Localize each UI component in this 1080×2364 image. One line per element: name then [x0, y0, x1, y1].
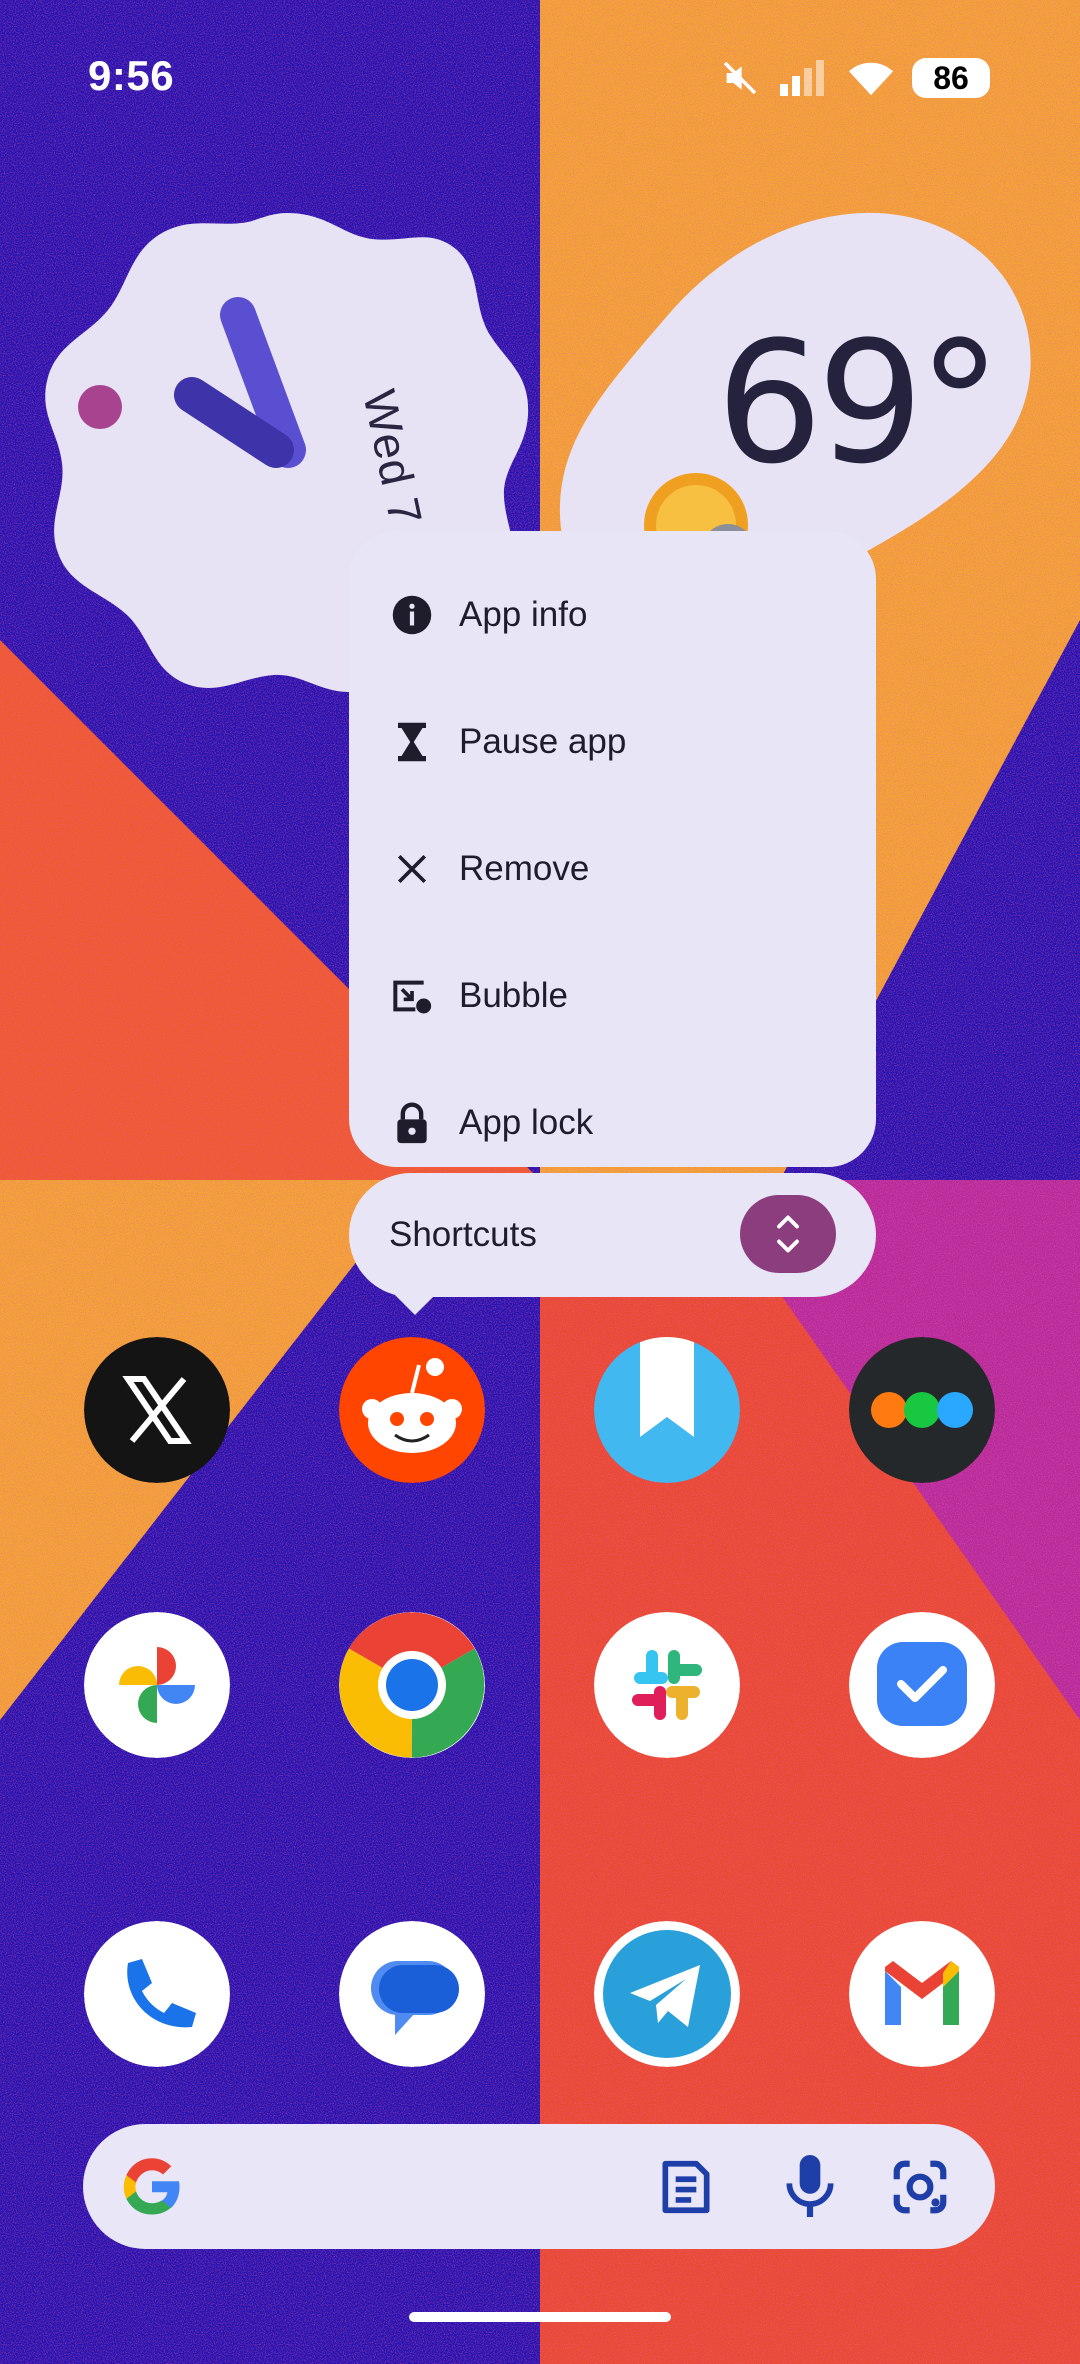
hourglass-icon: [389, 719, 435, 765]
menu-item-app-lock[interactable]: App lock: [349, 1059, 876, 1186]
shortcuts-expand-button[interactable]: [740, 1195, 836, 1273]
menu-item-label: App lock: [459, 1102, 594, 1142]
signal-icon: [780, 60, 824, 96]
info-icon: [389, 592, 435, 638]
x-app-icon[interactable]: [84, 1337, 230, 1483]
telegram-app-icon[interactable]: [594, 1921, 740, 2067]
shortcuts-row[interactable]: Shortcuts: [349, 1173, 876, 1297]
lens-icon[interactable]: [889, 2156, 951, 2218]
expand-icon: [777, 1215, 799, 1253]
chrome-app-icon[interactable]: [339, 1612, 485, 1758]
weather-temperature: 69°: [716, 305, 1002, 501]
bubble-icon: [389, 973, 435, 1019]
menu-item-label: Pause app: [459, 721, 627, 761]
phone-app-icon[interactable]: [84, 1921, 230, 2067]
menu-item-pause-app[interactable]: Pause app: [349, 678, 876, 805]
menu-item-label: Remove: [459, 848, 590, 888]
google-search-bar[interactable]: [83, 2124, 995, 2249]
photos-app-icon[interactable]: [84, 1612, 230, 1758]
bookmark-app-icon[interactable]: [594, 1337, 740, 1483]
home-indicator[interactable]: [409, 2312, 671, 2322]
lock-icon: [389, 1100, 435, 1146]
news-icon[interactable]: [655, 2156, 717, 2218]
status-icons: 86: [720, 56, 990, 100]
menu-pointer: [393, 1293, 437, 1315]
reddit-app-icon[interactable]: [339, 1337, 485, 1483]
menu-item-remove[interactable]: Remove: [349, 805, 876, 932]
app-context-menu: App info Pause app Remove Bubble App loc…: [349, 531, 876, 1167]
slack-app-icon[interactable]: [594, 1612, 740, 1758]
menu-item-label: Bubble: [459, 975, 568, 1015]
shortcuts-label: Shortcuts: [389, 1215, 537, 1254]
menu-item-label: App info: [459, 594, 588, 634]
battery-level: 86: [933, 59, 969, 96]
messages-app-icon[interactable]: [339, 1921, 485, 2067]
google-icon[interactable]: [119, 2154, 185, 2220]
battery-icon: 86: [912, 58, 990, 98]
mic-icon[interactable]: [779, 2152, 841, 2220]
tasks-app-icon[interactable]: [849, 1612, 995, 1758]
menu-item-app-info[interactable]: App info: [349, 551, 876, 678]
gmail-app-icon[interactable]: [849, 1921, 995, 2067]
wifi-icon: [848, 62, 894, 96]
dots-app-icon[interactable]: [849, 1337, 995, 1483]
mute-icon: [723, 61, 757, 95]
status-time: 9:56: [88, 52, 175, 99]
menu-item-bubble[interactable]: Bubble: [349, 932, 876, 1059]
close-icon: [389, 846, 435, 892]
